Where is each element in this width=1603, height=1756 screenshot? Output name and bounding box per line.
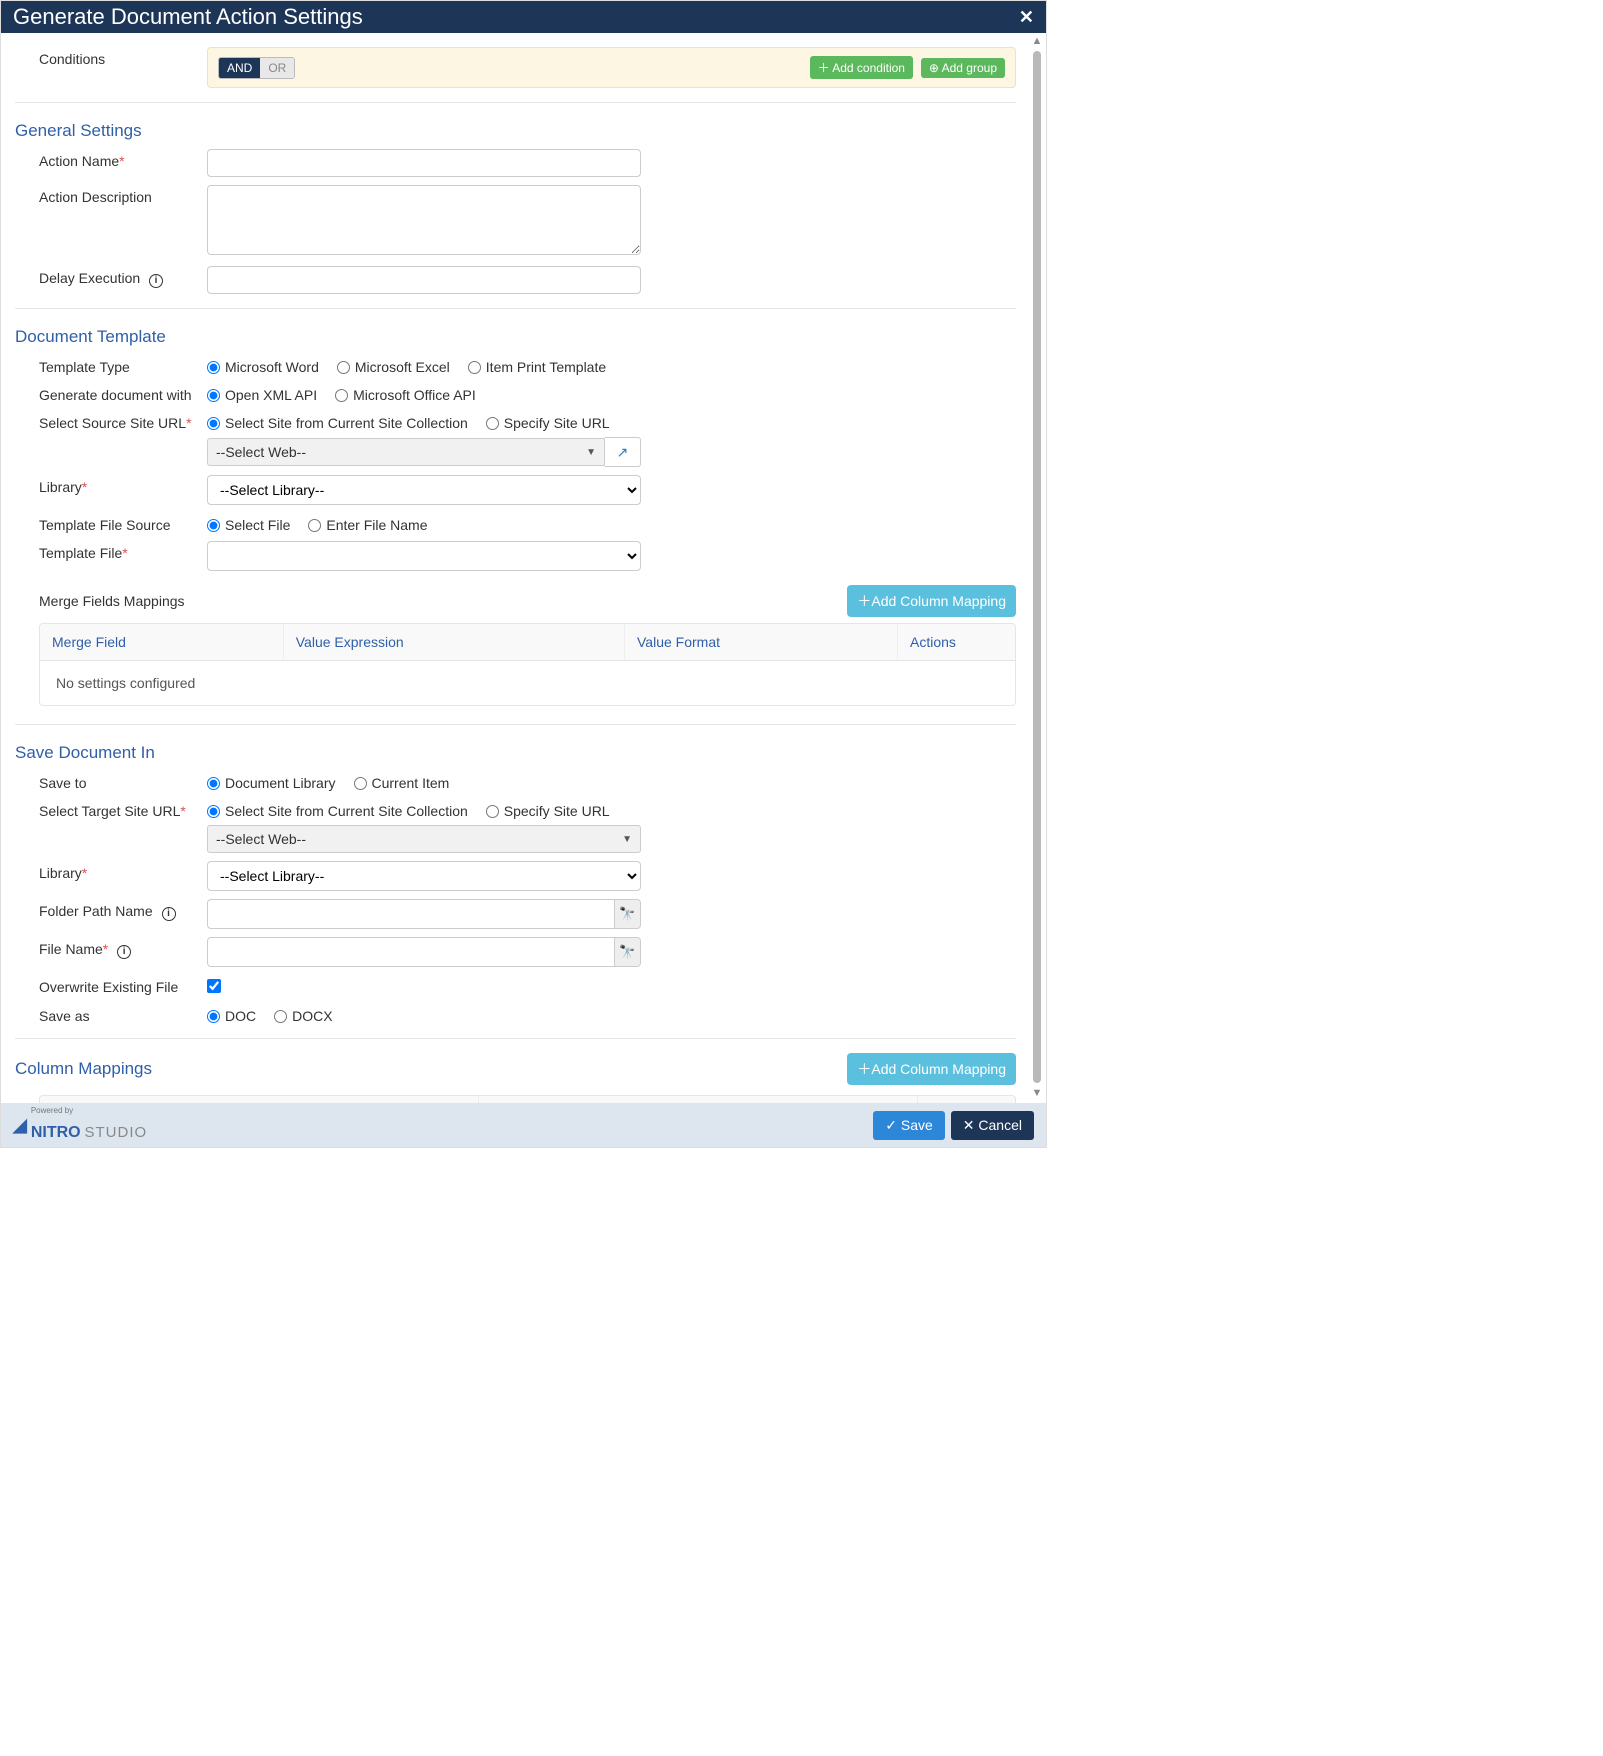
x-icon: ✕ (963, 1117, 975, 1133)
generate-with-label: Generate document with (39, 383, 207, 403)
th-value-expression: Value Expression (479, 1096, 918, 1103)
divider (15, 102, 1016, 103)
radio-office-api[interactable]: Microsoft Office API (335, 387, 476, 403)
target-library-select[interactable]: --Select Library-- (207, 861, 641, 891)
action-name-input[interactable] (207, 149, 641, 177)
plus-icon: ＋ (818, 61, 830, 75)
and-toggle[interactable]: AND (219, 58, 260, 78)
template-type-label: Template Type (39, 355, 207, 375)
radio-target-specify-url[interactable]: Specify Site URL (486, 803, 610, 819)
action-name-label: Action Name* (39, 149, 207, 169)
radio-select-file[interactable]: Select File (207, 517, 290, 533)
radio-enter-file-name[interactable]: Enter File Name (308, 517, 427, 533)
info-icon[interactable]: i (162, 907, 176, 921)
divider (15, 308, 1016, 309)
file-name-label: File Name* i (39, 937, 207, 959)
overwrite-checkbox[interactable] (207, 979, 221, 993)
target-site-label: Select Target Site URL* (39, 799, 207, 819)
th-column-name: Column Name (40, 1096, 479, 1103)
delay-execution-input[interactable] (207, 266, 641, 294)
save-as-label: Save as (39, 1004, 207, 1024)
th-actions: Actions (918, 1096, 1016, 1103)
radio-specify-url[interactable]: Specify Site URL (486, 415, 610, 431)
scroll-up-icon[interactable]: ▲ (1032, 35, 1043, 47)
conditions-label: Conditions (39, 47, 207, 67)
source-site-label: Select Source Site URL* (39, 411, 207, 431)
radio-docx[interactable]: DOCX (274, 1008, 332, 1024)
th-value-expression: Value Expression (284, 624, 625, 660)
plus-icon: ＋ (857, 1061, 871, 1077)
check-icon: ✓ (885, 1117, 897, 1133)
radio-item-print[interactable]: Item Print Template (468, 359, 606, 375)
add-column-mapping-button[interactable]: ＋Add Column Mapping (847, 585, 1016, 617)
or-toggle[interactable]: OR (260, 58, 294, 78)
add-column-mapping-button-2[interactable]: ＋Add Column Mapping (847, 1053, 1016, 1085)
caret-down-icon: ▼ (622, 834, 632, 845)
binoculars-icon[interactable]: 🔭 (615, 899, 641, 929)
dialog-body: Conditions AND OR ＋ Add condition ⊕ Add … (1, 33, 1030, 1103)
add-condition-button[interactable]: ＋ Add condition (810, 56, 913, 79)
action-description-label: Action Description (39, 185, 207, 205)
radio-doc-library[interactable]: Document Library (207, 775, 336, 791)
folder-path-label: Folder Path Name i (39, 899, 207, 921)
conditions-box: AND OR ＋ Add condition ⊕ Add group (207, 47, 1016, 88)
document-template-title: Document Template (15, 327, 1016, 347)
merge-fields-table: Merge Field Value Expression Value Forma… (39, 623, 1016, 706)
nitro-logo: ◢ Powered by NITRO STUDIO (13, 1108, 147, 1142)
close-icon[interactable]: ✕ (1019, 7, 1034, 28)
info-icon[interactable]: i (149, 274, 163, 288)
overwrite-label: Overwrite Existing File (39, 975, 207, 995)
radio-excel[interactable]: Microsoft Excel (337, 359, 450, 375)
target-library-label: Library* (39, 861, 207, 881)
cancel-button[interactable]: ✕ Cancel (951, 1111, 1034, 1140)
dialog-footer: ◢ Powered by NITRO STUDIO ✓ Save ✕ Cance… (1, 1103, 1046, 1147)
open-site-icon[interactable]: ↗ (605, 437, 641, 467)
dialog-header: Generate Document Action Settings ✕ (1, 1, 1046, 33)
target-select-web-dropdown[interactable]: --Select Web--▼ (207, 825, 641, 853)
plus-icon: ＋ (857, 593, 871, 609)
folder-path-input[interactable] (207, 899, 615, 929)
template-file-source-label: Template File Source (39, 513, 207, 533)
save-to-label: Save to (39, 771, 207, 791)
save-button[interactable]: ✓ Save (873, 1111, 945, 1140)
delay-execution-label: Delay Execution i (39, 266, 207, 288)
template-file-label: Template File* (39, 541, 207, 561)
add-group-button[interactable]: ⊕ Add group (921, 58, 1005, 78)
column-mappings-title: Column Mappings (15, 1059, 152, 1079)
divider (15, 724, 1016, 725)
divider (15, 1038, 1016, 1039)
andor-toggle[interactable]: AND OR (218, 57, 295, 79)
merge-fields-label: Merge Fields Mappings (39, 593, 185, 609)
scroll-thumb[interactable] (1033, 51, 1041, 1083)
radio-current-item[interactable]: Current Item (354, 775, 450, 791)
library-label: Library* (39, 475, 207, 495)
caret-down-icon: ▼ (586, 447, 596, 458)
logo-icon: ◢ (13, 1115, 27, 1136)
column-mappings-table: Column Name Value Expression Actions No … (39, 1095, 1016, 1103)
radio-current-collection[interactable]: Select Site from Current Site Collection (207, 415, 468, 431)
th-value-format: Value Format (625, 624, 898, 660)
action-description-input[interactable] (207, 185, 641, 255)
merge-fields-empty: No settings configured (40, 661, 1015, 705)
th-merge-field: Merge Field (40, 624, 284, 660)
radio-target-current-collection[interactable]: Select Site from Current Site Collection (207, 803, 468, 819)
save-document-title: Save Document In (15, 743, 1016, 763)
binoculars-icon[interactable]: 🔭 (615, 937, 641, 967)
library-select[interactable]: --Select Library-- (207, 475, 641, 505)
template-file-select[interactable] (207, 541, 641, 571)
radio-doc[interactable]: DOC (207, 1008, 256, 1024)
dialog-title: Generate Document Action Settings (13, 4, 363, 30)
radio-word[interactable]: Microsoft Word (207, 359, 319, 375)
th-actions: Actions (898, 624, 1015, 660)
radio-openxml[interactable]: Open XML API (207, 387, 317, 403)
select-web-dropdown[interactable]: --Select Web--▼ (207, 438, 605, 466)
scroll-down-icon[interactable]: ▼ (1032, 1087, 1043, 1099)
file-name-input[interactable] (207, 937, 615, 967)
plus-circle-icon: ⊕ (929, 61, 939, 75)
general-settings-title: General Settings (15, 121, 1016, 141)
scrollbar[interactable]: ▲ ▼ (1030, 35, 1044, 1099)
info-icon[interactable]: i (117, 945, 131, 959)
